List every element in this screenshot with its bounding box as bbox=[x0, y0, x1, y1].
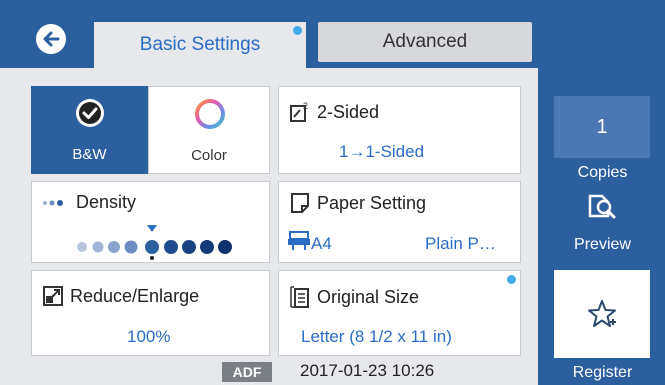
tab-advanced[interactable]: Advanced bbox=[318, 22, 532, 62]
paper-type-value: Plain P… bbox=[425, 234, 496, 253]
register-button[interactable] bbox=[554, 270, 650, 358]
density-icon bbox=[43, 199, 63, 206]
back-button[interactable] bbox=[36, 24, 66, 54]
preview-label: Preview bbox=[574, 236, 631, 253]
original-size-icon bbox=[290, 286, 309, 308]
preview-icon bbox=[588, 194, 616, 219]
paper-setting[interactable]: Paper Setting A4 Plain P… bbox=[278, 181, 521, 263]
reduce-enlarge-icon bbox=[43, 286, 63, 306]
register-label: Register bbox=[572, 364, 633, 381]
date-time: 2017-01-23 10:26 bbox=[300, 361, 435, 380]
bw-button[interactable]: B&W bbox=[31, 86, 148, 174]
two-sided-value: 1→1-Sided bbox=[339, 142, 425, 161]
back-arrow-icon bbox=[43, 31, 60, 47]
density-slider[interactable] bbox=[72, 222, 242, 262]
bw-label: B&W bbox=[72, 146, 107, 163]
copies-input[interactable]: 1 bbox=[554, 96, 650, 158]
density-setting[interactable]: Density bbox=[31, 181, 270, 263]
original-size-setting[interactable]: Original Size Letter (8 1/2 x 11 in) bbox=[278, 270, 521, 356]
reduce-enlarge-title: Reduce/Enlarge bbox=[70, 285, 200, 306]
copies-value: 1 bbox=[596, 115, 608, 138]
changed-indicator-dot bbox=[293, 26, 302, 35]
adf-badge: ADF bbox=[222, 362, 272, 382]
color-label: Color bbox=[191, 147, 227, 164]
reduce-enlarge-value: 100% bbox=[127, 327, 171, 346]
paper-tray-icon bbox=[288, 231, 310, 250]
two-sided-title: 2-Sided bbox=[317, 101, 380, 122]
copies-label: Copies bbox=[577, 164, 628, 181]
main-panel: Basic Settings Advanced B&W Color 2 2-Si… bbox=[0, 0, 538, 385]
svg-text:2: 2 bbox=[303, 101, 308, 111]
two-sided-icon: 2 bbox=[290, 101, 308, 122]
paper-size-value: A4 bbox=[311, 234, 332, 253]
changed-indicator-dot bbox=[507, 275, 516, 284]
original-size-value: Letter (8 1/2 x 11 in) bbox=[301, 327, 452, 346]
two-sided-setting[interactable]: 2 2-Sided 1→1-Sided bbox=[278, 86, 521, 174]
paper-icon bbox=[291, 193, 309, 213]
density-title: Density bbox=[76, 192, 137, 212]
right-sidebar: 1 Copies Preview Register bbox=[540, 0, 665, 385]
star-favorite-icon bbox=[588, 300, 616, 327]
tab-basic-settings-label: Basic Settings bbox=[139, 34, 261, 55]
tab-basic-settings[interactable]: Basic Settings bbox=[94, 22, 306, 68]
tab-advanced-label: Advanced bbox=[382, 31, 468, 52]
checkmark-icon bbox=[76, 99, 104, 127]
original-size-title: Original Size bbox=[317, 286, 420, 307]
color-button[interactable]: Color bbox=[148, 86, 270, 174]
reduce-enlarge-setting[interactable]: Reduce/Enlarge 100% bbox=[31, 270, 270, 356]
preview-button[interactable]: Preview bbox=[570, 188, 634, 258]
paper-setting-title: Paper Setting bbox=[317, 192, 427, 213]
color-wheel-icon bbox=[195, 99, 225, 129]
